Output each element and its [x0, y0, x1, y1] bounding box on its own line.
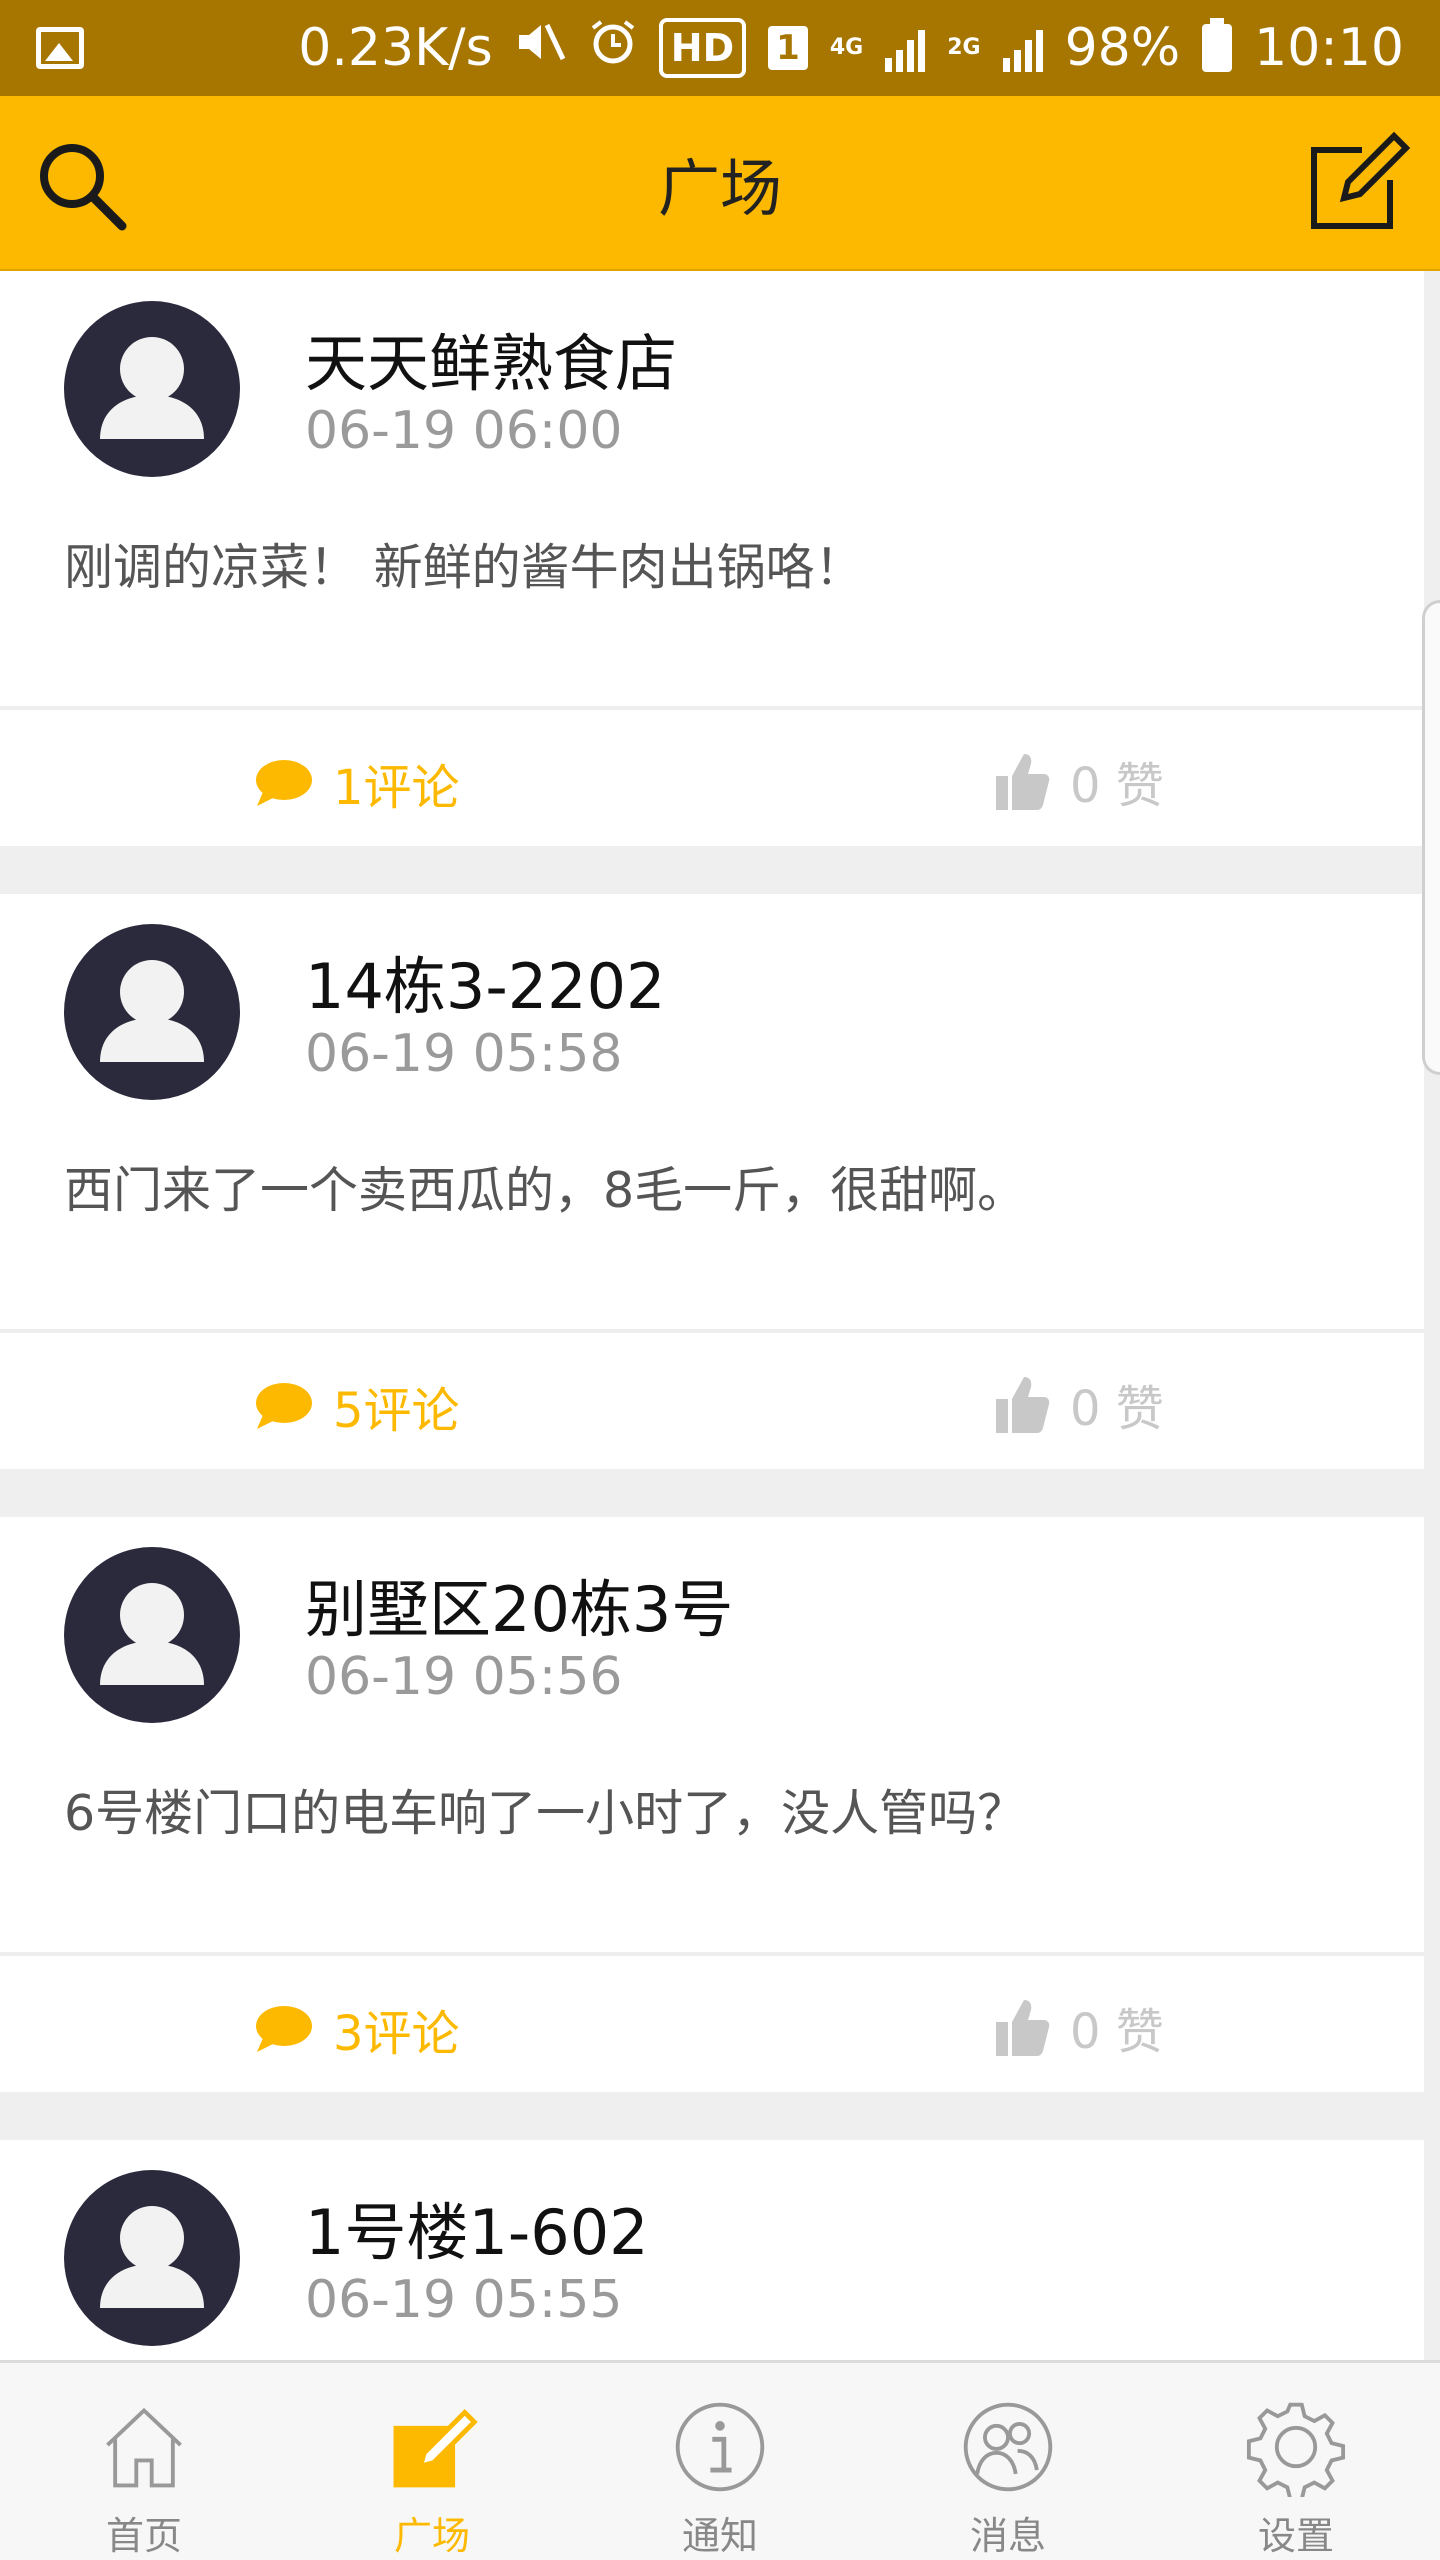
- battery-icon: [1202, 18, 1233, 72]
- post-card[interactable]: 天天鲜熟食店 06-19 06:00 刚调的凉菜！ 新鲜的酱牛肉出锅咯！ 1评论…: [0, 271, 1424, 846]
- post-content: 6号楼门口的电车响了一小时了，没人管吗？: [64, 1785, 1027, 1842]
- network-speed: 0.23K/s: [298, 18, 493, 78]
- gear-icon: [1246, 2402, 1346, 2497]
- like-button[interactable]: 0 赞: [992, 1992, 1164, 2062]
- post-content: 西门来了一个卖西瓜的，8毛一斤，很甜啊。: [64, 1162, 1027, 1219]
- post-actions: 5评论 0 赞: [0, 1329, 1424, 1469]
- like-count: 0 赞: [1070, 2004, 1164, 2060]
- thumbs-up-icon: [996, 1377, 1050, 1433]
- comment-bubble-icon: [256, 1383, 312, 1429]
- network-4g-label: 4G: [829, 35, 864, 60]
- network-2g-label: 2G: [947, 35, 981, 60]
- avatar[interactable]: [64, 924, 240, 1100]
- comment-count: 1评论: [333, 760, 460, 816]
- nav-item-settings[interactable]: 设置: [1152, 2363, 1440, 2560]
- comment-bubble-icon: [256, 2006, 312, 2052]
- search-icon: [40, 144, 127, 231]
- comment-button[interactable]: 1评论: [255, 748, 460, 818]
- post-actions: 3评论 0 赞: [0, 1952, 1424, 2092]
- thumbs-up-icon: [996, 2000, 1050, 2056]
- post-author: 1号楼1-602: [305, 2196, 649, 2269]
- compose-button[interactable]: [1300, 128, 1411, 238]
- post-content: 刚调的凉菜！ 新鲜的酱牛肉出锅咯！: [64, 539, 864, 596]
- comment-button[interactable]: 3评论: [255, 1994, 460, 2064]
- nav-item-notice[interactable]: 通知: [576, 2363, 864, 2560]
- like-count: 0 赞: [1070, 1381, 1164, 1437]
- app-header: 广场: [0, 96, 1440, 271]
- nav-label: 广场: [393, 2514, 470, 2558]
- sim-badge: 1: [768, 26, 808, 70]
- info-icon: [675, 2402, 765, 2492]
- post-card[interactable]: 别墅区20栋3号 06-19 05:56 6号楼门口的电车响了一小时了，没人管吗…: [0, 1517, 1424, 2092]
- nav-item-square[interactable]: 广场: [288, 2363, 576, 2560]
- users-icon: [963, 2402, 1053, 2492]
- post-time: 06-19 05:55: [305, 2270, 623, 2330]
- user-avatar-icon: [100, 1583, 204, 1685]
- clock: 10:10: [1254, 18, 1404, 78]
- page-title: 广场: [657, 151, 782, 225]
- status-bar: 0.23K/s HD 1 4G 2G 98% 10:10: [0, 0, 1440, 96]
- post-author: 别墅区20栋3号: [305, 1573, 734, 1646]
- battery-percent: 98%: [1064, 18, 1181, 78]
- bottom-nav: 首页 广场 通知 消息 设置: [0, 2360, 1440, 2560]
- mute-icon: [515, 18, 567, 78]
- comment-button[interactable]: 5评论: [255, 1371, 460, 1441]
- post-author: 天天鲜熟食店: [305, 327, 678, 400]
- post-author: 14栋3-2202: [305, 950, 666, 1023]
- nav-label: 通知: [681, 2514, 758, 2558]
- comment-count: 3评论: [333, 2006, 460, 2062]
- avatar[interactable]: [64, 2170, 240, 2346]
- edge-panel-handle[interactable]: [1422, 600, 1440, 1075]
- post-actions: 1评论 0 赞: [0, 706, 1424, 846]
- search-button[interactable]: [30, 132, 140, 242]
- user-avatar-icon: [100, 2206, 204, 2308]
- nav-label: 设置: [1257, 2514, 1334, 2558]
- edit-square-icon: [393, 2408, 478, 2488]
- nav-label: 消息: [969, 2514, 1046, 2558]
- nav-item-home[interactable]: 首页: [0, 2363, 288, 2560]
- image-notification-icon: [36, 27, 84, 69]
- hd-badge: HD: [658, 18, 747, 78]
- avatar[interactable]: [64, 1547, 240, 1723]
- post-time: 06-19 05:56: [305, 1647, 623, 1707]
- like-button[interactable]: 0 赞: [992, 746, 1164, 816]
- post-card[interactable]: 1号楼1-602 06-19 05:55: [0, 2140, 1424, 2375]
- avatar[interactable]: [64, 301, 240, 477]
- user-avatar-icon: [100, 337, 204, 439]
- post-time: 06-19 05:58: [305, 1024, 623, 1084]
- comment-bubble-icon: [256, 760, 312, 806]
- like-count: 0 赞: [1070, 758, 1164, 814]
- signal-4g-icon: [885, 24, 926, 72]
- comment-count: 5评论: [333, 1383, 460, 1439]
- alarm-icon: [589, 18, 637, 79]
- like-button[interactable]: 0 赞: [992, 1369, 1164, 1439]
- post-feed: 天天鲜熟食店 06-19 06:00 刚调的凉菜！ 新鲜的酱牛肉出锅咯！ 1评论…: [0, 271, 1440, 2423]
- nav-label: 首页: [105, 2514, 182, 2558]
- home-icon: [106, 2407, 182, 2488]
- user-avatar-icon: [100, 960, 204, 1062]
- signal-2g-icon: [1002, 24, 1043, 72]
- compose-icon: [1311, 131, 1411, 229]
- post-time: 06-19 06:00: [305, 401, 623, 461]
- post-card[interactable]: 14栋3-2202 06-19 05:58 西门来了一个卖西瓜的，8毛一斤，很甜…: [0, 894, 1424, 1469]
- nav-item-messages[interactable]: 消息: [864, 2363, 1152, 2560]
- thumbs-up-icon: [996, 754, 1050, 810]
